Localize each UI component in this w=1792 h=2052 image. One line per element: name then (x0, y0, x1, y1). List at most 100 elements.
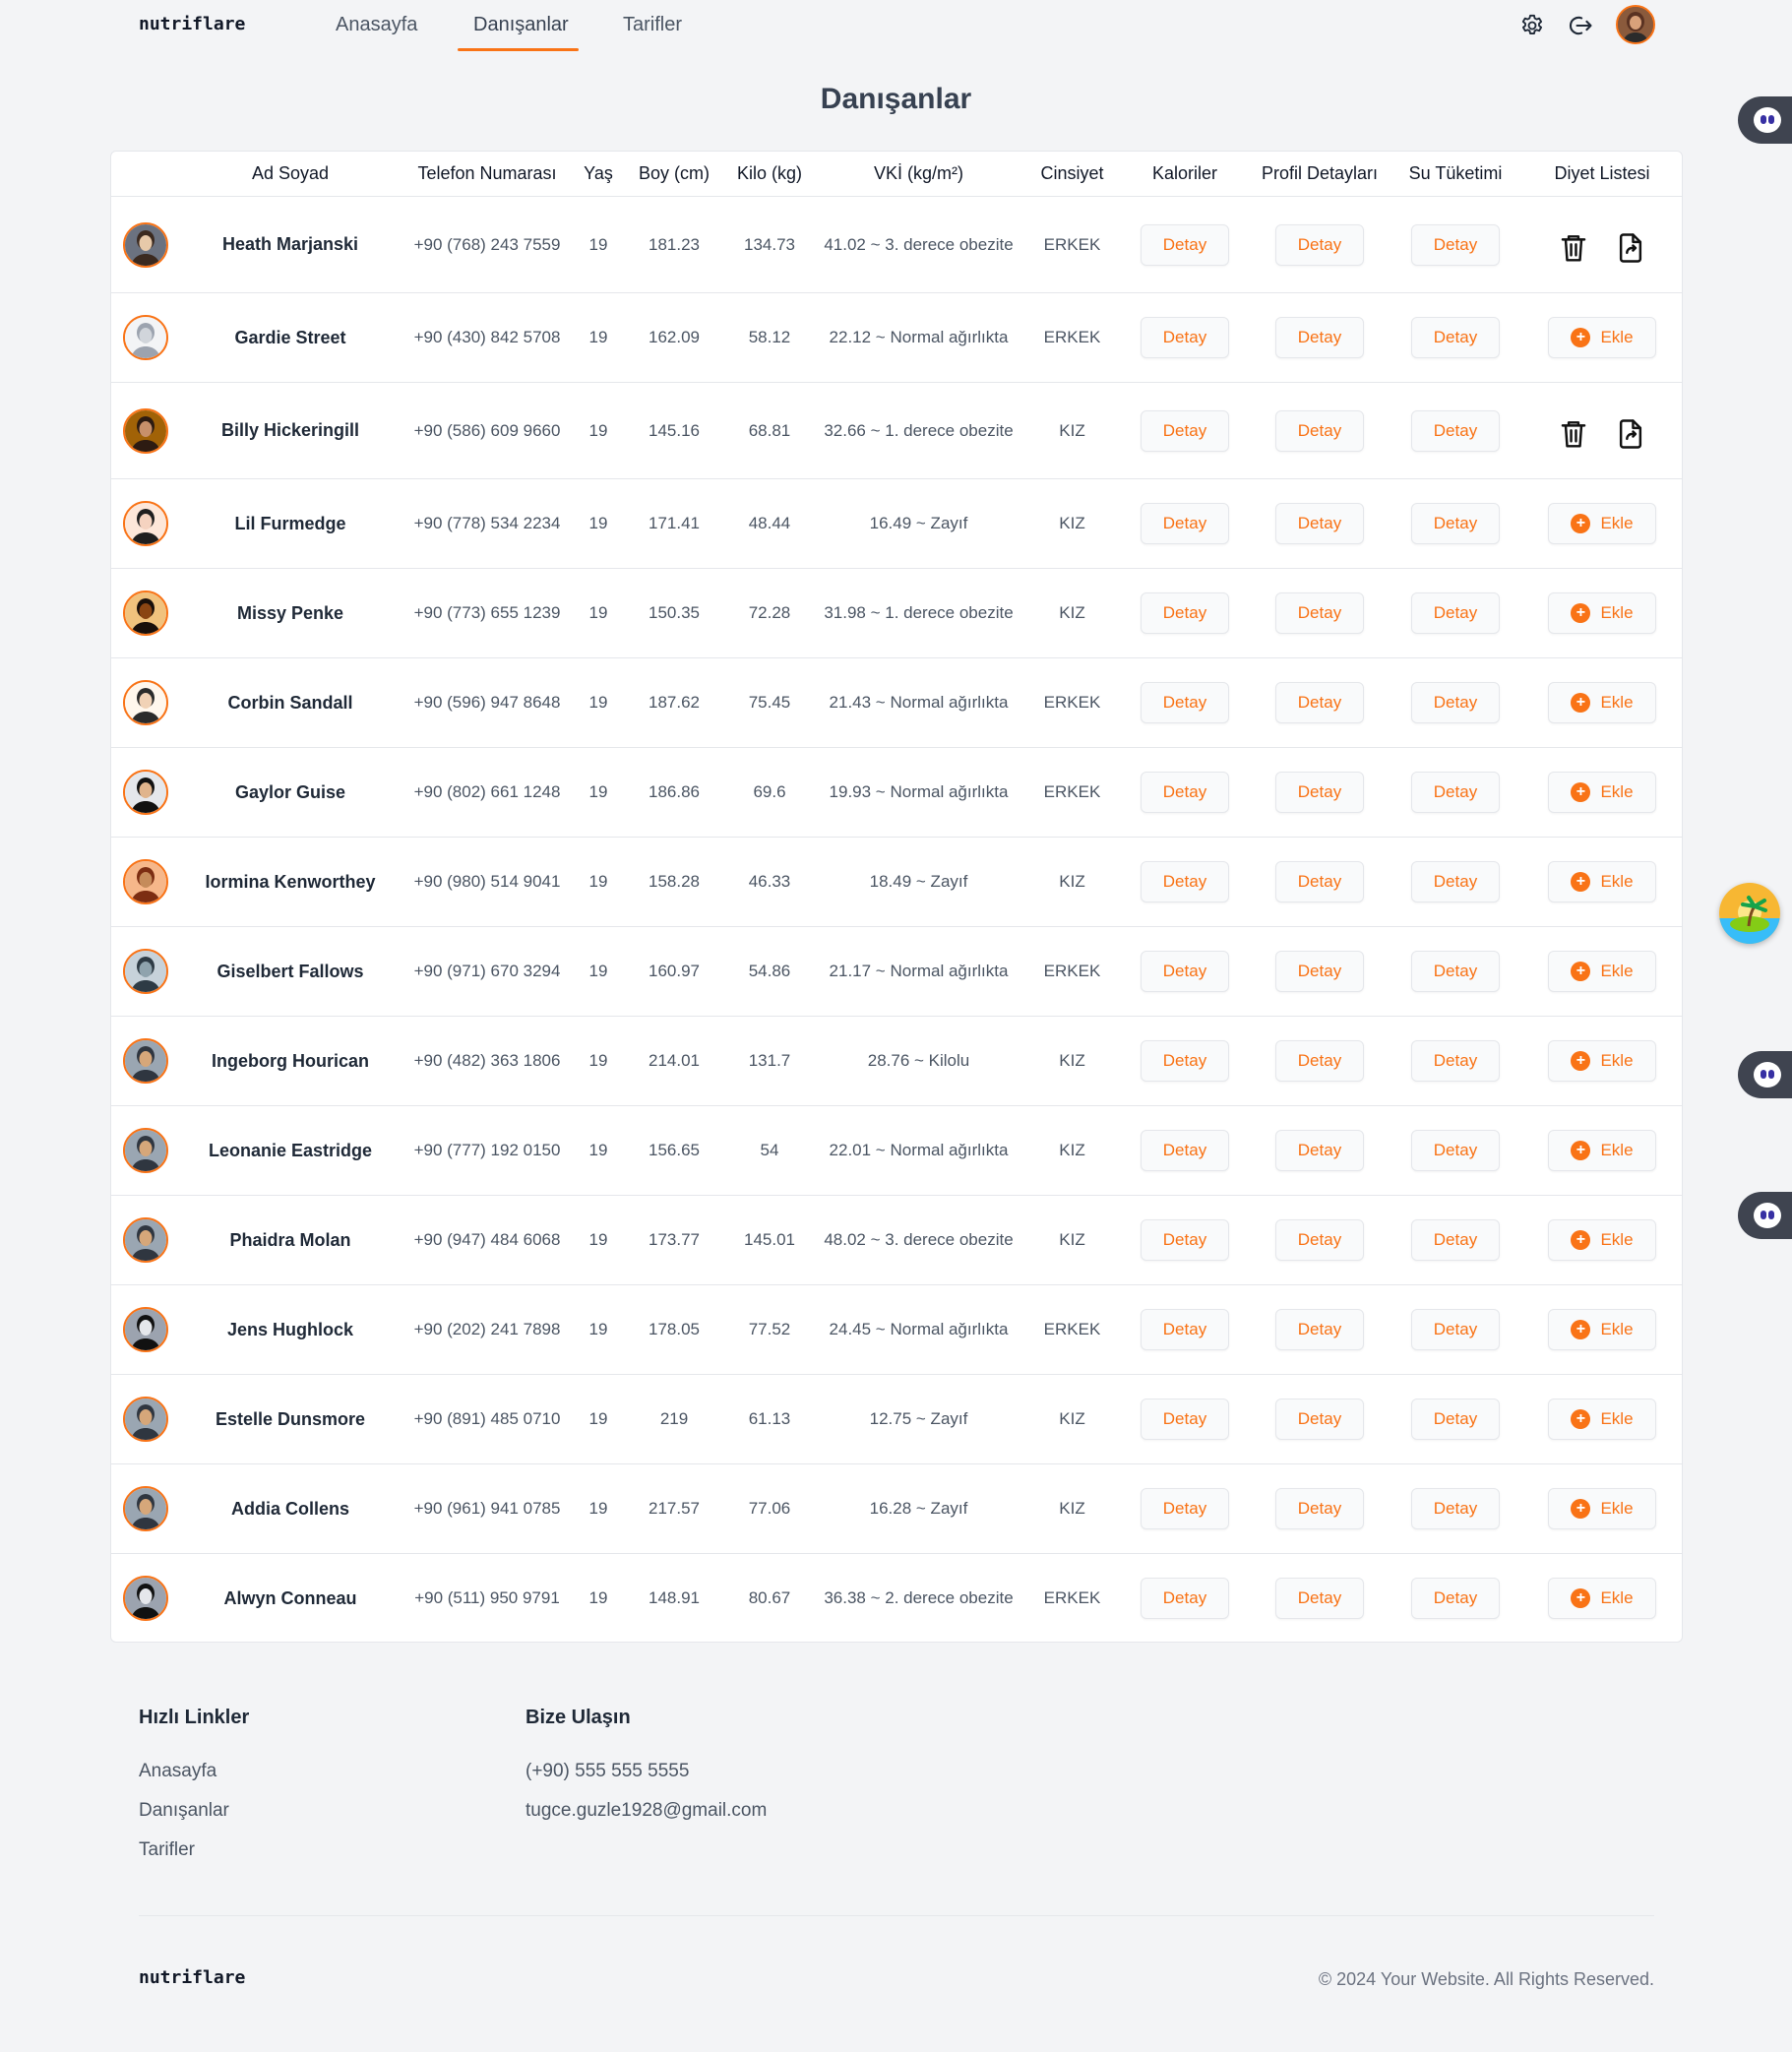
nav-link-home[interactable]: Anasayfa (336, 14, 417, 36)
client-phone: +90 (777) 192 0150 (401, 1105, 574, 1196)
add-diet-label: Ekle (1600, 782, 1634, 801)
footer-link-clients[interactable]: Danışanlar (139, 1800, 229, 1822)
calories-detail-button[interactable]: Detay (1141, 682, 1229, 723)
add-diet-button[interactable]: + Ekle (1548, 1040, 1656, 1082)
chatbot-launcher-2[interactable] (1738, 1051, 1792, 1098)
add-diet-button[interactable]: + Ekle (1548, 951, 1656, 992)
water-detail-button[interactable]: Detay (1411, 951, 1500, 992)
profile-detail-button[interactable]: Detay (1275, 1578, 1364, 1619)
logout-icon[interactable] (1567, 12, 1594, 39)
trash-icon[interactable] (1559, 232, 1588, 264)
add-diet-button[interactable]: + Ekle (1548, 1309, 1656, 1350)
profile-detail-button[interactable]: Detay (1275, 503, 1364, 544)
water-detail-button[interactable]: Detay (1411, 1219, 1500, 1261)
client-avatar (123, 1397, 168, 1442)
table-row: Jens Hughlock +90 (202) 241 7898 19 178.… (111, 1284, 1682, 1375)
water-detail-button[interactable]: Detay (1411, 1309, 1500, 1350)
profile-detail-button[interactable]: Detay (1275, 409, 1364, 452)
calories-detail-button[interactable]: Detay (1141, 1399, 1229, 1440)
nav-link-recipes[interactable]: Tarifler (623, 14, 682, 36)
water-detail-button[interactable]: Detay (1411, 592, 1500, 634)
trash-icon[interactable] (1559, 418, 1588, 450)
client-bmi: 16.49 ~ Zayıf (814, 478, 1023, 569)
profile-detail-button[interactable]: Detay (1275, 951, 1364, 992)
add-diet-button[interactable]: + Ekle (1548, 1399, 1656, 1440)
profile-detail-button[interactable]: Detay (1275, 1309, 1364, 1350)
calories-detail-button[interactable]: Detay (1141, 951, 1229, 992)
add-diet-button[interactable]: + Ekle (1548, 592, 1656, 634)
profile-detail-button[interactable]: Detay (1275, 861, 1364, 902)
profile-detail-button[interactable]: Detay (1275, 682, 1364, 723)
avatar-cell (111, 1284, 180, 1375)
water-detail-button[interactable]: Detay (1411, 1578, 1500, 1619)
table-row: Iormina Kenworthey +90 (980) 514 9041 19… (111, 837, 1682, 927)
col-header-height: Boy (cm) (623, 152, 725, 197)
water-detail-button[interactable]: Detay (1411, 317, 1500, 358)
calories-detail-button[interactable]: Detay (1141, 861, 1229, 902)
profile-detail-button[interactable]: Detay (1275, 772, 1364, 813)
water-detail-button[interactable]: Detay (1411, 223, 1500, 266)
file-export-icon[interactable] (1616, 418, 1645, 450)
footer-link-home[interactable]: Anasayfa (139, 1761, 216, 1782)
footer-link-recipes[interactable]: Tarifler (139, 1839, 195, 1861)
add-diet-button[interactable]: + Ekle (1548, 503, 1656, 544)
add-diet-button[interactable]: + Ekle (1548, 1219, 1656, 1261)
footer-copyright: © 2024 Your Website. All Rights Reserved… (1318, 1969, 1654, 1989)
water-detail-button[interactable]: Detay (1411, 1040, 1500, 1082)
profile-detail-button[interactable]: Detay (1275, 1399, 1364, 1440)
footer-logo[interactable]: nutriflare (139, 1967, 245, 1988)
footer-email[interactable]: tugce.guzle1928@gmail.com (525, 1800, 767, 1822)
profile-detail-button[interactable]: Detay (1275, 1488, 1364, 1529)
add-diet-button[interactable]: + Ekle (1548, 1578, 1656, 1619)
add-diet-button[interactable]: + Ekle (1548, 317, 1656, 358)
brand-logo[interactable]: nutriflare (139, 14, 245, 34)
profile-detail-button[interactable]: Detay (1275, 1219, 1364, 1261)
add-diet-button[interactable]: + Ekle (1548, 861, 1656, 902)
profile-detail-button[interactable]: Detay (1275, 1130, 1364, 1171)
calories-detail-button[interactable]: Detay (1141, 772, 1229, 813)
calories-detail-button[interactable]: Detay (1141, 1578, 1229, 1619)
user-avatar[interactable] (1616, 5, 1655, 44)
calories-detail-button[interactable]: Detay (1141, 223, 1229, 266)
profile-detail-button[interactable]: Detay (1275, 1040, 1364, 1082)
water-detail-button[interactable]: Detay (1411, 682, 1500, 723)
client-weight: 48.44 (725, 478, 814, 569)
water-detail-button[interactable]: Detay (1411, 861, 1500, 902)
add-diet-label: Ekle (1600, 1499, 1634, 1518)
client-age: 19 (574, 382, 623, 479)
client-gender: KIZ (1023, 1374, 1121, 1464)
calories-detail-button[interactable]: Detay (1141, 592, 1229, 634)
water-detail-button[interactable]: Detay (1411, 503, 1500, 544)
profile-detail-button[interactable]: Detay (1275, 317, 1364, 358)
calories-detail-button[interactable]: Detay (1141, 317, 1229, 358)
nav-link-clients[interactable]: Danışanlar (473, 14, 569, 36)
avatar-cell (111, 1463, 180, 1554)
client-name: Corbin Sandall (180, 657, 401, 748)
add-diet-button[interactable]: + Ekle (1548, 1130, 1656, 1171)
island-widget-icon[interactable] (1719, 883, 1780, 944)
add-diet-button[interactable]: + Ekle (1548, 772, 1656, 813)
calories-detail-button[interactable]: Detay (1141, 409, 1229, 452)
client-height: 187.62 (623, 657, 725, 748)
chatbot-launcher-1[interactable] (1738, 96, 1792, 144)
add-diet-button[interactable]: + Ekle (1548, 682, 1656, 723)
add-diet-button[interactable]: + Ekle (1548, 1488, 1656, 1529)
calories-detail-button[interactable]: Detay (1141, 503, 1229, 544)
water-detail-button[interactable]: Detay (1411, 1130, 1500, 1171)
add-diet-label: Ekle (1600, 872, 1634, 891)
client-avatar (123, 1486, 168, 1531)
calories-detail-button[interactable]: Detay (1141, 1040, 1229, 1082)
water-detail-button[interactable]: Detay (1411, 1399, 1500, 1440)
profile-detail-button[interactable]: Detay (1275, 592, 1364, 634)
water-detail-button[interactable]: Detay (1411, 1488, 1500, 1529)
water-detail-button[interactable]: Detay (1411, 409, 1500, 452)
calories-detail-button[interactable]: Detay (1141, 1488, 1229, 1529)
calories-detail-button[interactable]: Detay (1141, 1130, 1229, 1171)
profile-detail-button[interactable]: Detay (1275, 223, 1364, 266)
calories-detail-button[interactable]: Detay (1141, 1309, 1229, 1350)
chatbot-launcher-3[interactable] (1738, 1192, 1792, 1239)
file-export-icon[interactable] (1616, 232, 1645, 264)
water-detail-button[interactable]: Detay (1411, 772, 1500, 813)
calories-detail-button[interactable]: Detay (1141, 1219, 1229, 1261)
settings-gear-icon[interactable] (1518, 12, 1546, 39)
